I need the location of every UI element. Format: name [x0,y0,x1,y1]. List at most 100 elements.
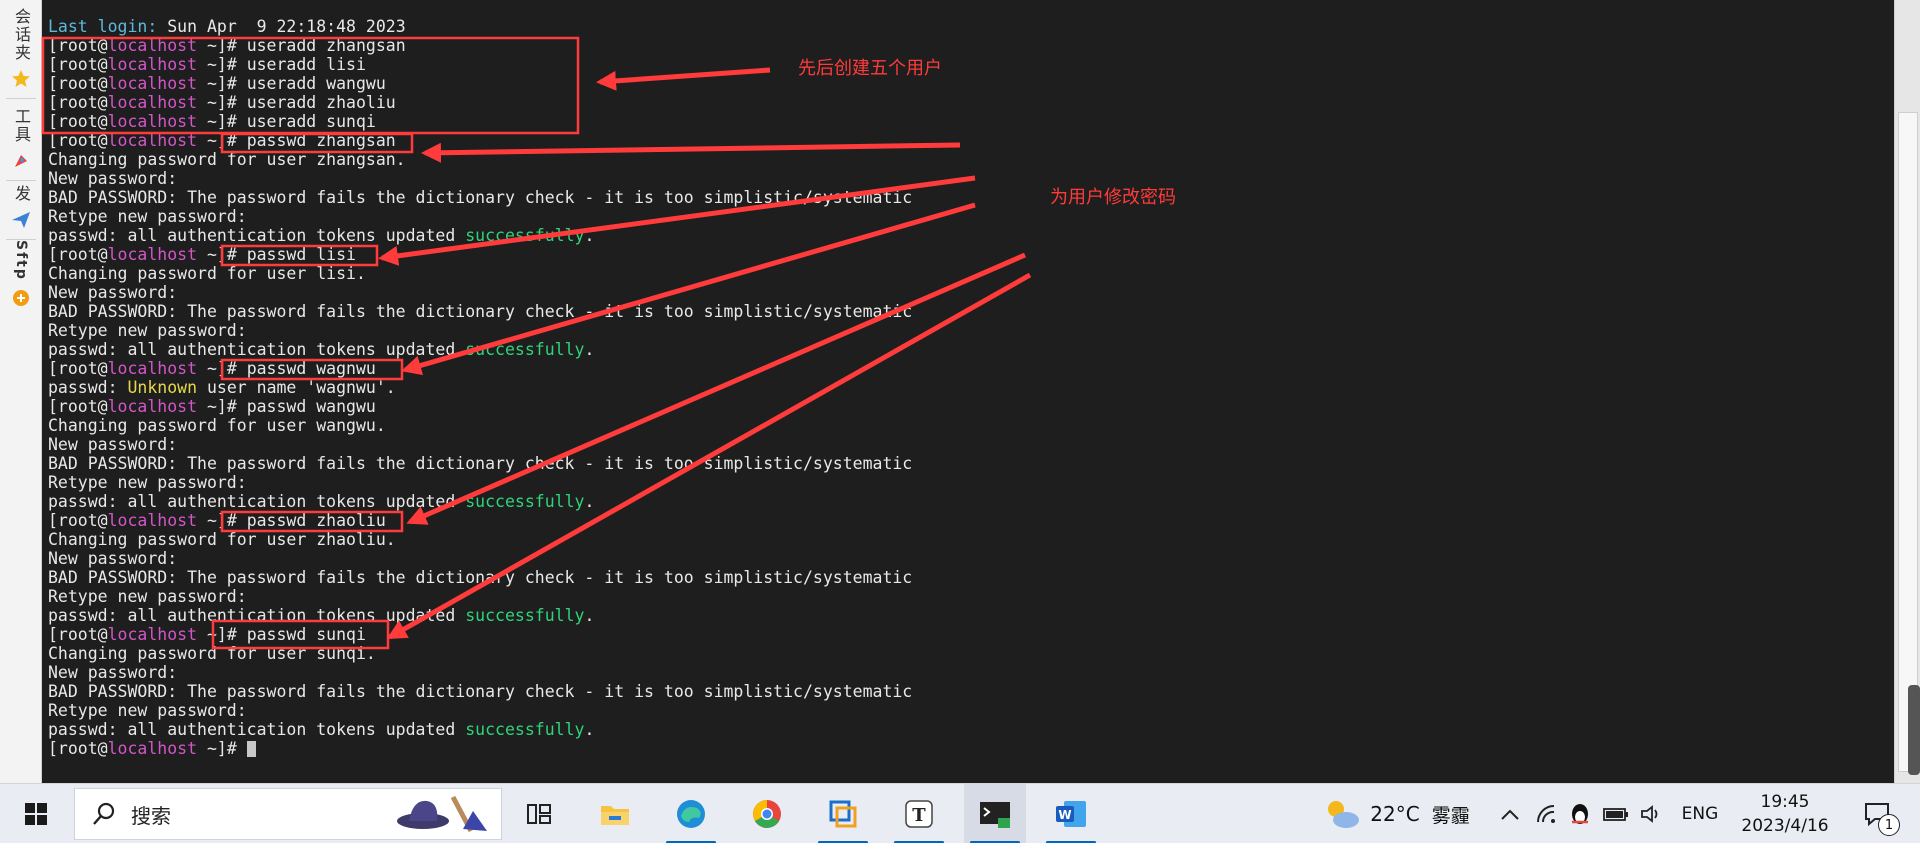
terminal-line: Changing password for user zhaoliu. [48,530,396,549]
terminal-line: passwd: all authentication tokens update… [48,340,595,359]
terminal-line: [root@localhost ~]# passwd zhangsan [48,131,396,150]
taskbar-app-chrome[interactable] [736,784,798,843]
terminal-line: BAD PASSWORD: The password fails the dic… [48,454,913,473]
terminal-window[interactable]: Last login: Sun Apr 9 22:18:48 2023 [roo… [42,0,1894,783]
terminal-line: BAD PASSWORD: The password fails the dic… [48,188,913,207]
folder-icon [601,806,629,825]
tray-qq[interactable] [1566,784,1594,843]
terminal-line: Changing password for user wangwu. [48,416,386,435]
annotation-change-passwords: 为用户修改密码 [1050,187,1176,208]
svg-text:W: W [1058,808,1071,822]
sidebar-tab-label: Sftp [13,240,29,281]
speaker-icon [1641,805,1658,823]
terminal-cursor [246,741,256,757]
wifi-icon [1537,805,1555,823]
sftp-icon [10,287,32,309]
start-button[interactable] [8,784,64,843]
taskbar-app-word[interactable]: W [1040,784,1102,843]
volume-meter-icon [1908,685,1920,775]
vmware-icon [829,800,857,828]
terminal-line: passwd: Unknown user name 'wagnwu'. [48,378,396,397]
terminal-line: [root@localhost ~]# passwd wagnwu [48,359,376,378]
taskbar-app-terminal[interactable] [964,784,1026,843]
terminal-scrollbar[interactable] [1894,0,1920,783]
edge-icon [677,800,705,828]
terminal-output: Last login: Sun Apr 9 22:18:48 2023 [roo… [48,17,912,758]
terminal-line: passwd: all authentication tokens update… [48,226,595,245]
terminal-line: [root@localhost ~]# passwd lisi [48,245,356,264]
terminal-icon [980,802,1010,828]
tray-clock[interactable]: 19:45 2023/4/16 [1730,784,1840,843]
terminal-line: [root@localhost ~]# useradd zhangsan [48,36,406,55]
taskbar-app-task-view[interactable] [508,784,570,843]
sidebar-tab-sftp[interactable]: Sftp [0,240,42,309]
terminal-line: Retype new password: [48,207,247,226]
sidebar-tab-tools[interactable]: 工具 [0,108,42,181]
sidebar-tab-send[interactable]: 发 [0,185,42,240]
task-view-icon [527,804,551,824]
terminal-line: BAD PASSWORD: The password fails the dic… [48,568,913,587]
sidebar-tab-label: 工具 [12,108,31,144]
weather-temperature: 22°C [1370,802,1420,826]
weather-widget[interactable]: 22°C 雾霾 [1308,784,1484,843]
terminal-line: Retype new password: [48,321,247,340]
taskbar-app-vmware[interactable] [812,784,874,843]
terminal-line: New password: [48,169,178,188]
terminal-line: New password: [48,435,178,454]
terminal-prompt-line[interactable]: [root@localhost ~]# [48,739,912,758]
annotation-create-users: 先后创建五个用户 [798,58,942,79]
terminal-line: Retype new password: [48,701,247,720]
notification-center-button[interactable]: 1 [1852,784,1902,843]
terminal-line: BAD PASSWORD: The password fails the dic… [48,302,913,321]
tray-wifi[interactable] [1532,784,1560,843]
terminal-line: Retype new password: [48,473,247,492]
terminal-line: [root@localhost ~]# passwd sunqi [48,625,366,644]
side-panel: 会话夹 工具 发 Sftp [0,0,42,783]
scrollbar-thumb[interactable] [1898,112,1918,772]
terminal-line: New password: [48,549,178,568]
chrome-icon [753,800,781,828]
word-icon: W [1056,801,1086,827]
terminal-line: Retype new password: [48,587,247,606]
taskbar-app-file-explorer[interactable] [584,784,646,843]
star-icon [10,68,32,90]
search-icon [93,802,115,825]
terminal-line: [root@localhost ~]# useradd sunqi [48,112,376,131]
tray-language[interactable]: ENG [1674,784,1726,843]
chevron-up-icon [1501,809,1519,820]
terminal-line: passwd: all authentication tokens update… [48,606,595,625]
terminal-line: BAD PASSWORD: The password fails the dic… [48,682,913,701]
terminal-line: passwd: all authentication tokens update… [48,720,595,739]
terminal-line: [root@localhost ~]# useradd lisi [48,55,366,74]
terminal-line: New password: [48,663,178,682]
tray-volume[interactable] [1638,784,1666,843]
language-indicator: ENG [1681,804,1719,824]
svg-text:T: T [912,805,926,826]
terminal-line: Changing password for user lisi. [48,264,366,283]
terminal-line: passwd: all authentication tokens update… [48,492,595,511]
notification-badge: 1 [1878,814,1900,836]
terminal-line: Changing password for user sunqi. [48,644,376,663]
sidebar-tab-label: 发 [12,185,31,203]
terminal-line: [root@localhost ~]# passwd wangwu [48,397,376,416]
typora-icon: T [905,800,933,828]
taskbar-app-edge[interactable] [660,784,722,843]
terminal-line: [root@localhost ~]# useradd zhaoliu [48,93,396,112]
tray-overflow-button[interactable] [1496,784,1524,843]
taskbar-search-box[interactable]: 搜索 [74,788,502,840]
terminal-line: Changing password for user zhangsan. [48,150,406,169]
clock-date: 2023/4/16 [1741,816,1829,836]
divider [6,180,36,181]
windows-taskbar: 搜索 T W 22°C 雾霾 ENG 19:45 2023/4/16 1 [0,783,1920,843]
sidebar-tab-sessions[interactable]: 会话夹 [0,8,42,99]
terminal-line: [root@localhost ~]# useradd wangwu [48,74,386,93]
taskbar-app-typora[interactable]: T [888,784,950,843]
weather-description: 雾霾 [1431,804,1470,827]
qq-penguin-icon [1572,804,1588,824]
windows-logo-icon [25,803,47,825]
terminal-line: New password: [48,283,178,302]
tray-battery[interactable] [1602,784,1630,843]
battery-icon [1603,808,1628,821]
send-icon [10,209,32,231]
terminal-line: Last login: Sun Apr 9 22:18:48 2023 [48,17,406,36]
